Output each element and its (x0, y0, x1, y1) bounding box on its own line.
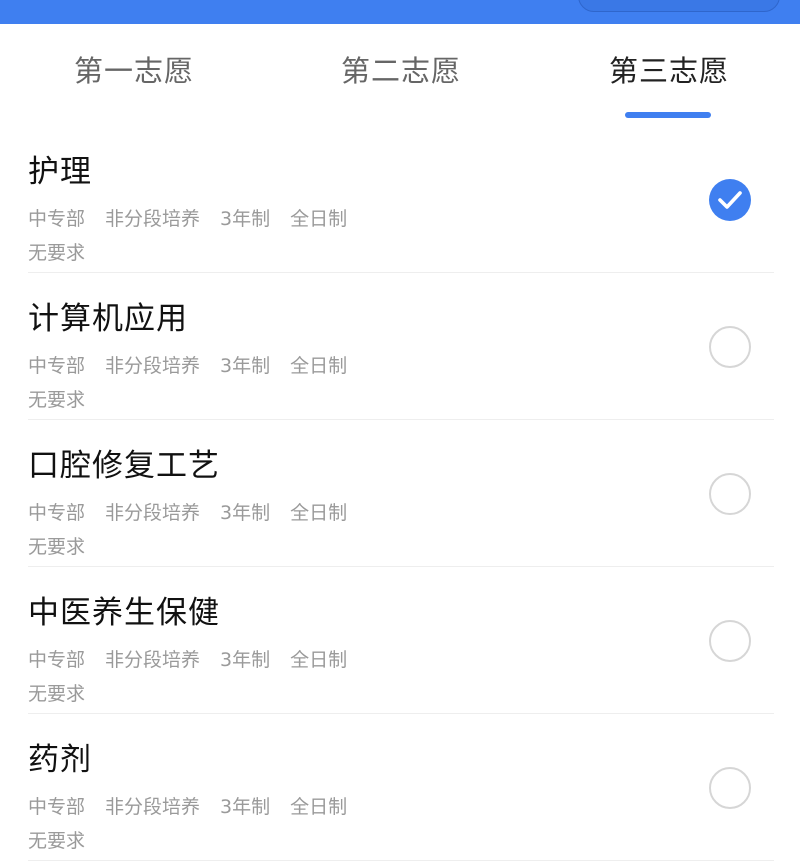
duration-label: 3年制 (220, 355, 271, 377)
header-action-button[interactable] (578, 0, 780, 12)
select-radio[interactable] (709, 767, 751, 809)
major-name: 口腔修复工艺 (28, 448, 220, 484)
major-name: 药剂 (28, 742, 92, 778)
duration-label: 3年制 (220, 502, 271, 524)
select-radio[interactable] (709, 620, 751, 662)
mode-label: 全日制 (290, 649, 348, 671)
mode-label: 全日制 (290, 208, 348, 230)
checkmark-icon (718, 191, 742, 209)
duration-label: 3年制 (220, 796, 271, 818)
preference-tabs: 第一志愿 第二志愿 第三志愿 (0, 24, 800, 120)
mode-label: 全日制 (290, 796, 348, 818)
duration-label: 3年制 (220, 649, 271, 671)
training-label: 非分段培养 (105, 796, 201, 818)
select-radio[interactable] (709, 326, 751, 368)
requirement-label: 无要求 (28, 389, 86, 411)
major-meta: 中专部 非分段培养 3年制 全日制 (28, 204, 367, 231)
training-label: 非分段培养 (105, 502, 201, 524)
major-meta: 中专部 非分段培养 3年制 全日制 (28, 351, 367, 378)
department-label: 中专部 (28, 355, 86, 377)
major-meta: 中专部 非分段培养 3年制 全日制 (28, 498, 367, 525)
major-meta: 中专部 非分段培养 3年制 全日制 (28, 792, 367, 819)
tab-third-choice[interactable]: 第三志愿 (609, 48, 729, 90)
tab-second-choice[interactable]: 第二志愿 (341, 48, 461, 90)
list-item[interactable]: 中医养生保健 中专部 非分段培养 3年制 全日制 无要求 (28, 567, 774, 714)
major-list: 护理 中专部 非分段培养 3年制 全日制 无要求 计算机应用 中专部 非分段培养 3年制全… (0, 126, 800, 861)
tab-first-choice[interactable]: 第一志愿 (74, 48, 194, 90)
list-item[interactable]: 口腔修复工艺 中专部 非分段培养 3年制 全日制 无要求 (28, 420, 774, 567)
duration-label: 3年制 (220, 208, 271, 230)
select-radio[interactable] (709, 473, 751, 515)
requirement-label: 无要求 (28, 830, 86, 852)
list-item[interactable]: 药剂 中专部 非分段培养 3年制 全日制 无要求 (28, 714, 774, 861)
requirement-label: 无要求 (28, 242, 86, 264)
major-name: 护理 (28, 154, 92, 190)
mode-label: 全日制 (290, 502, 348, 524)
select-radio[interactable] (709, 179, 751, 221)
mode-label: 全日制 (290, 355, 348, 377)
requirement-label: 无要求 (28, 536, 86, 558)
training-label: 非分段培养 (105, 649, 201, 671)
department-label: 中专部 (28, 502, 86, 524)
training-label: 非分段培养 (105, 355, 201, 377)
major-name: 计算机应用 (28, 301, 188, 337)
active-tab-indicator (625, 112, 711, 118)
major-name: 中医养生保健 (28, 595, 220, 631)
department-label: 中专部 (28, 208, 86, 230)
major-meta: 中专部 非分段培养 3年制 全日制 (28, 645, 367, 672)
requirement-label: 无要求 (28, 683, 86, 705)
department-label: 中专部 (28, 649, 86, 671)
list-item[interactable]: 计算机应用 中专部 非分段培养 3年制 全日制 无要求 (28, 273, 774, 420)
training-label: 非分段培养 (105, 208, 201, 230)
list-item[interactable]: 护理 中专部 非分段培养 3年制 全日制 无要求 (28, 126, 774, 273)
department-label: 中专部 (28, 796, 86, 818)
